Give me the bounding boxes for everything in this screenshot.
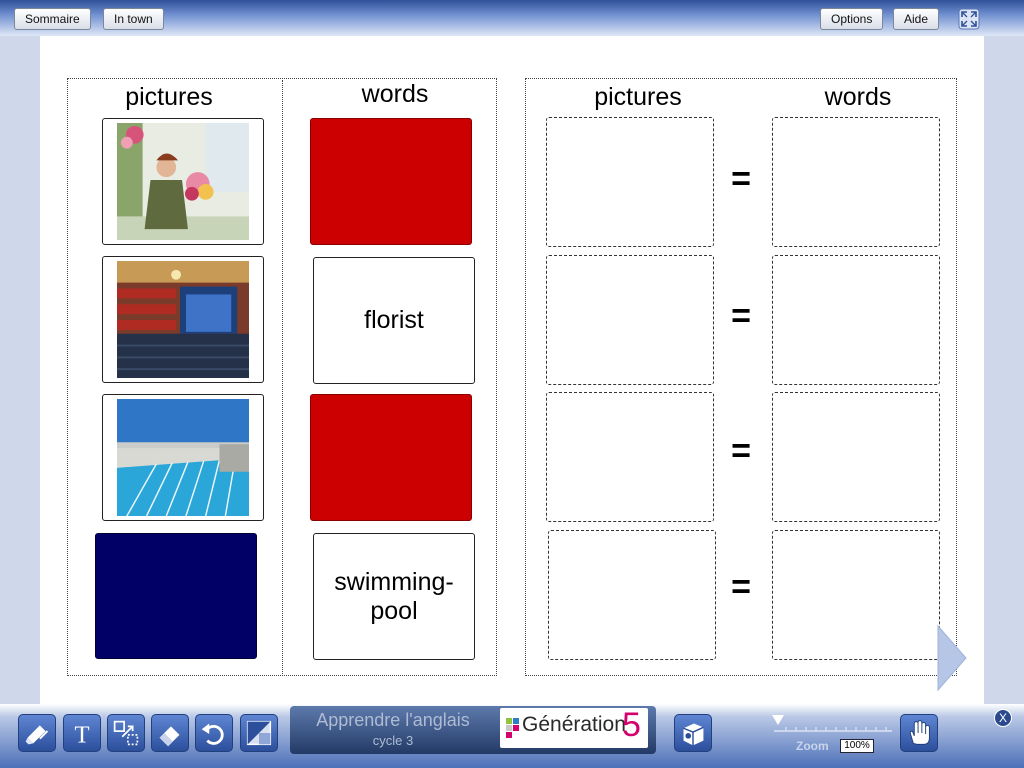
picture-drop-slot[interactable] (546, 392, 714, 522)
equals-sign: = (731, 432, 751, 470)
brand-squares-icon (506, 718, 519, 738)
word-drop-slot[interactable] (772, 117, 940, 247)
pictures-header: pictures (125, 83, 213, 111)
hand-icon[interactable] (900, 714, 938, 752)
theatre-photo (117, 261, 249, 378)
picture-card-theatre[interactable] (102, 256, 264, 383)
florist-photo (117, 123, 249, 240)
svg-text:T: T (74, 721, 89, 748)
words-header: words (361, 80, 429, 108)
word-drop-slot[interactable] (772, 392, 940, 522)
equals-sign: = (731, 568, 751, 606)
resize-tool-icon[interactable] (107, 714, 145, 752)
zoom-value: 100% (840, 739, 874, 753)
brand-number: 5 (622, 706, 641, 744)
brand-text: Génération (522, 713, 626, 736)
word-card-swimming-pool[interactable]: swimming-pool (313, 533, 475, 660)
fullscreen-icon[interactable] (958, 8, 980, 30)
close-button[interactable]: X (994, 709, 1012, 727)
word-drop-slot[interactable] (772, 255, 940, 385)
next-arrow-icon[interactable] (936, 624, 968, 692)
undo-icon[interactable] (195, 714, 233, 752)
word-card-florist[interactable]: florist (313, 257, 475, 384)
picture-card-swimming-pool[interactable] (102, 394, 264, 521)
media-box-icon[interactable] (674, 714, 712, 752)
word-card-hidden-1[interactable] (310, 118, 472, 245)
word-card-hidden-2[interactable] (310, 394, 472, 521)
sommaire-button[interactable]: Sommaire (14, 8, 91, 30)
equals-sign: = (731, 297, 751, 335)
eraser-icon[interactable] (151, 714, 189, 752)
picture-drop-slot[interactable] (548, 530, 716, 660)
app-subtitle: cycle 3 (372, 733, 414, 748)
mask-tool-icon[interactable] (240, 714, 278, 752)
picture-drop-slot[interactable] (546, 255, 714, 385)
in-town-button[interactable]: In town (103, 8, 164, 30)
marker-eraser-icon[interactable] (18, 714, 56, 752)
equals-sign: = (731, 160, 751, 198)
picture-card-florist[interactable] (102, 118, 264, 245)
words-target-header: words (824, 83, 892, 111)
aide-button[interactable]: Aide (893, 8, 940, 30)
cards-panel-divider (282, 80, 283, 674)
word-drop-slot[interactable] (772, 530, 940, 660)
picture-card-hidden[interactable] (95, 533, 257, 659)
app-title: Apprendre l'anglais (316, 710, 470, 730)
picture-drop-slot[interactable] (546, 117, 714, 247)
text-tool-icon[interactable]: T (63, 714, 101, 752)
swimming-pool-photo (117, 399, 249, 516)
zoom-slider[interactable] (772, 714, 894, 734)
zoom-label: Zoom (796, 739, 829, 753)
options-button[interactable]: Options (820, 8, 884, 30)
pictures-target-header: pictures (594, 83, 682, 111)
